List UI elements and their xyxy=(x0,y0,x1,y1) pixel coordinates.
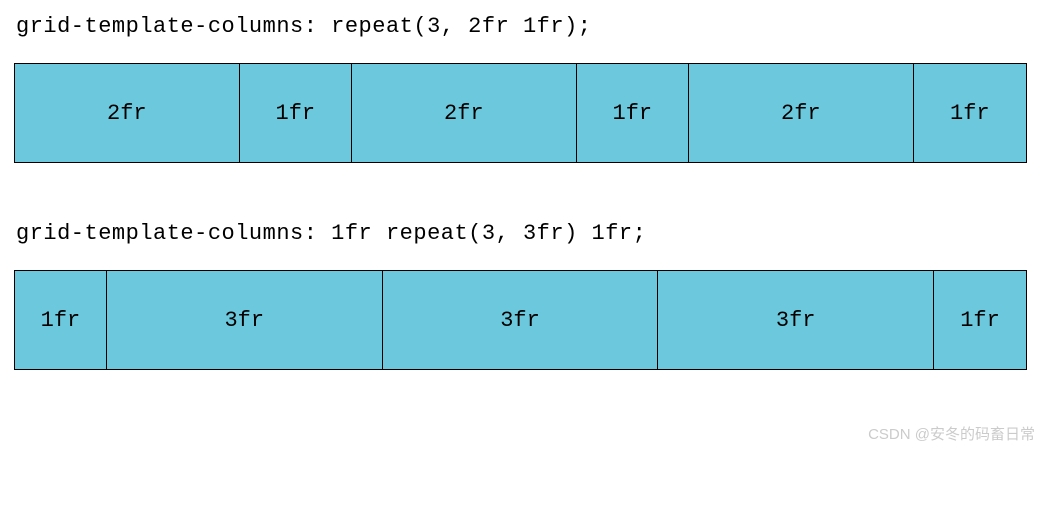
grid-cell: 1fr xyxy=(240,64,352,162)
css-code-example-1: grid-template-columns: repeat(3, 2fr 1fr… xyxy=(16,14,1027,39)
grid-cell: 1fr xyxy=(15,271,107,369)
grid-diagram-1: 2fr 1fr 2fr 1fr 2fr 1fr xyxy=(14,63,1027,163)
grid-cell: 3fr xyxy=(383,271,659,369)
grid-cell: 3fr xyxy=(107,271,383,369)
grid-cell: 1fr xyxy=(934,271,1026,369)
watermark-text: CSDN @安冬的码畜日常 xyxy=(868,423,1035,444)
grid-cell: 1fr xyxy=(914,64,1026,162)
grid-cell: 3fr xyxy=(658,271,934,369)
css-code-example-2: grid-template-columns: 1fr repeat(3, 3fr… xyxy=(16,221,1027,246)
grid-cell: 2fr xyxy=(15,64,240,162)
grid-diagram-2: 1fr 3fr 3fr 3fr 1fr xyxy=(14,270,1027,370)
grid-cell: 1fr xyxy=(577,64,689,162)
grid-cell: 2fr xyxy=(689,64,914,162)
grid-cell: 2fr xyxy=(352,64,577,162)
